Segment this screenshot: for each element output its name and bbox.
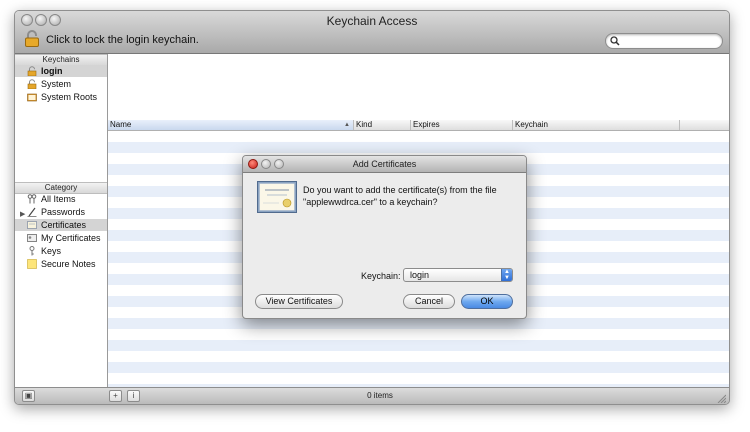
item-count: 0 items	[367, 391, 393, 400]
window-title: Keychain Access	[326, 14, 418, 28]
column-header-keychain[interactable]: Keychain	[513, 120, 680, 130]
ok-button[interactable]: OK	[461, 294, 513, 309]
table-header: Name ▲ Kind Expires Keychain	[108, 120, 729, 131]
certificate-icon	[257, 181, 297, 213]
sidebar-item-secure-notes[interactable]: Secure Notes	[15, 258, 107, 270]
key-icon	[29, 246, 35, 256]
sidebar-item-system-roots[interactable]: System Roots	[15, 91, 107, 103]
column-header-expires[interactable]: Expires	[411, 120, 513, 130]
resize-grip-icon[interactable]	[716, 393, 726, 403]
keychain-label: Keychain:	[361, 271, 401, 281]
popup-arrows-icon: ▲ ▼	[501, 269, 512, 281]
sidebar-item-system[interactable]: System	[15, 78, 107, 90]
sidebar-item-login[interactable]: login	[15, 65, 107, 77]
search-field[interactable]	[605, 33, 723, 49]
sidebar-item-label: Keys	[41, 246, 62, 256]
sidebar-item-label: System Roots	[41, 92, 98, 102]
title-bar: Keychain Access Click to lock the login …	[15, 11, 729, 54]
keychain-popup-value: login	[410, 270, 430, 280]
add-item-button[interactable]: +	[109, 390, 122, 402]
cancel-button[interactable]: Cancel	[403, 294, 455, 309]
bottom-bar: ▣ + i 0 items	[15, 387, 729, 404]
pencil-icon	[27, 207, 37, 217]
sidebar-item-label: System	[41, 79, 72, 89]
sidebar-item-certificates[interactable]: Certificates	[15, 219, 107, 231]
sidebar-item-label: login	[41, 66, 63, 76]
keychain-popup[interactable]: login ▲ ▼	[403, 268, 513, 282]
sidebar-item-label: My Certificates	[41, 233, 101, 243]
sidebar-item-label: Secure Notes	[41, 259, 96, 269]
sort-ascending-icon: ▲	[344, 122, 350, 128]
lock-message: Click to lock the login keychain.	[46, 34, 199, 46]
sidebar-item-keys[interactable]: Keys	[15, 245, 107, 257]
note-icon	[27, 259, 37, 269]
key-people-icon	[27, 194, 37, 204]
sidebar: Keychains login System System Roots Cate…	[15, 54, 108, 387]
sidebar-item-label: Certificates	[41, 220, 87, 230]
certificate-icon	[27, 221, 37, 229]
folder-icon	[27, 93, 37, 102]
lock-icon	[27, 66, 37, 76]
sidebar-item-label: All Items	[41, 194, 76, 204]
sidebar-item-my-certificates[interactable]: My Certificates	[15, 232, 107, 244]
dialog-title-bar: Add Certificates	[243, 156, 526, 173]
view-certificates-button[interactable]: View Certificates	[255, 294, 343, 309]
item-preview-area	[108, 54, 729, 121]
column-header-name[interactable]: Name	[108, 120, 354, 130]
add-certificates-dialog: Add Certificates Do you want to add the …	[242, 155, 527, 319]
column-header-kind[interactable]: Kind	[354, 120, 411, 130]
dialog-title: Add Certificates	[352, 159, 417, 169]
sidebar-item-label: Passwords	[41, 207, 86, 217]
show-info-toggle-button[interactable]: ▣	[22, 390, 35, 402]
id-card-icon	[27, 234, 37, 242]
search-icon	[610, 36, 620, 46]
lock-icon[interactable]	[24, 30, 40, 47]
lock-icon	[27, 79, 37, 89]
sidebar-item-passwords[interactable]: ▶ Passwords	[15, 206, 107, 218]
info-button[interactable]: i	[127, 390, 140, 402]
sidebar-item-all-items[interactable]: All Items	[15, 193, 107, 205]
dialog-question: Do you want to add the certificate(s) fr…	[303, 185, 497, 207]
